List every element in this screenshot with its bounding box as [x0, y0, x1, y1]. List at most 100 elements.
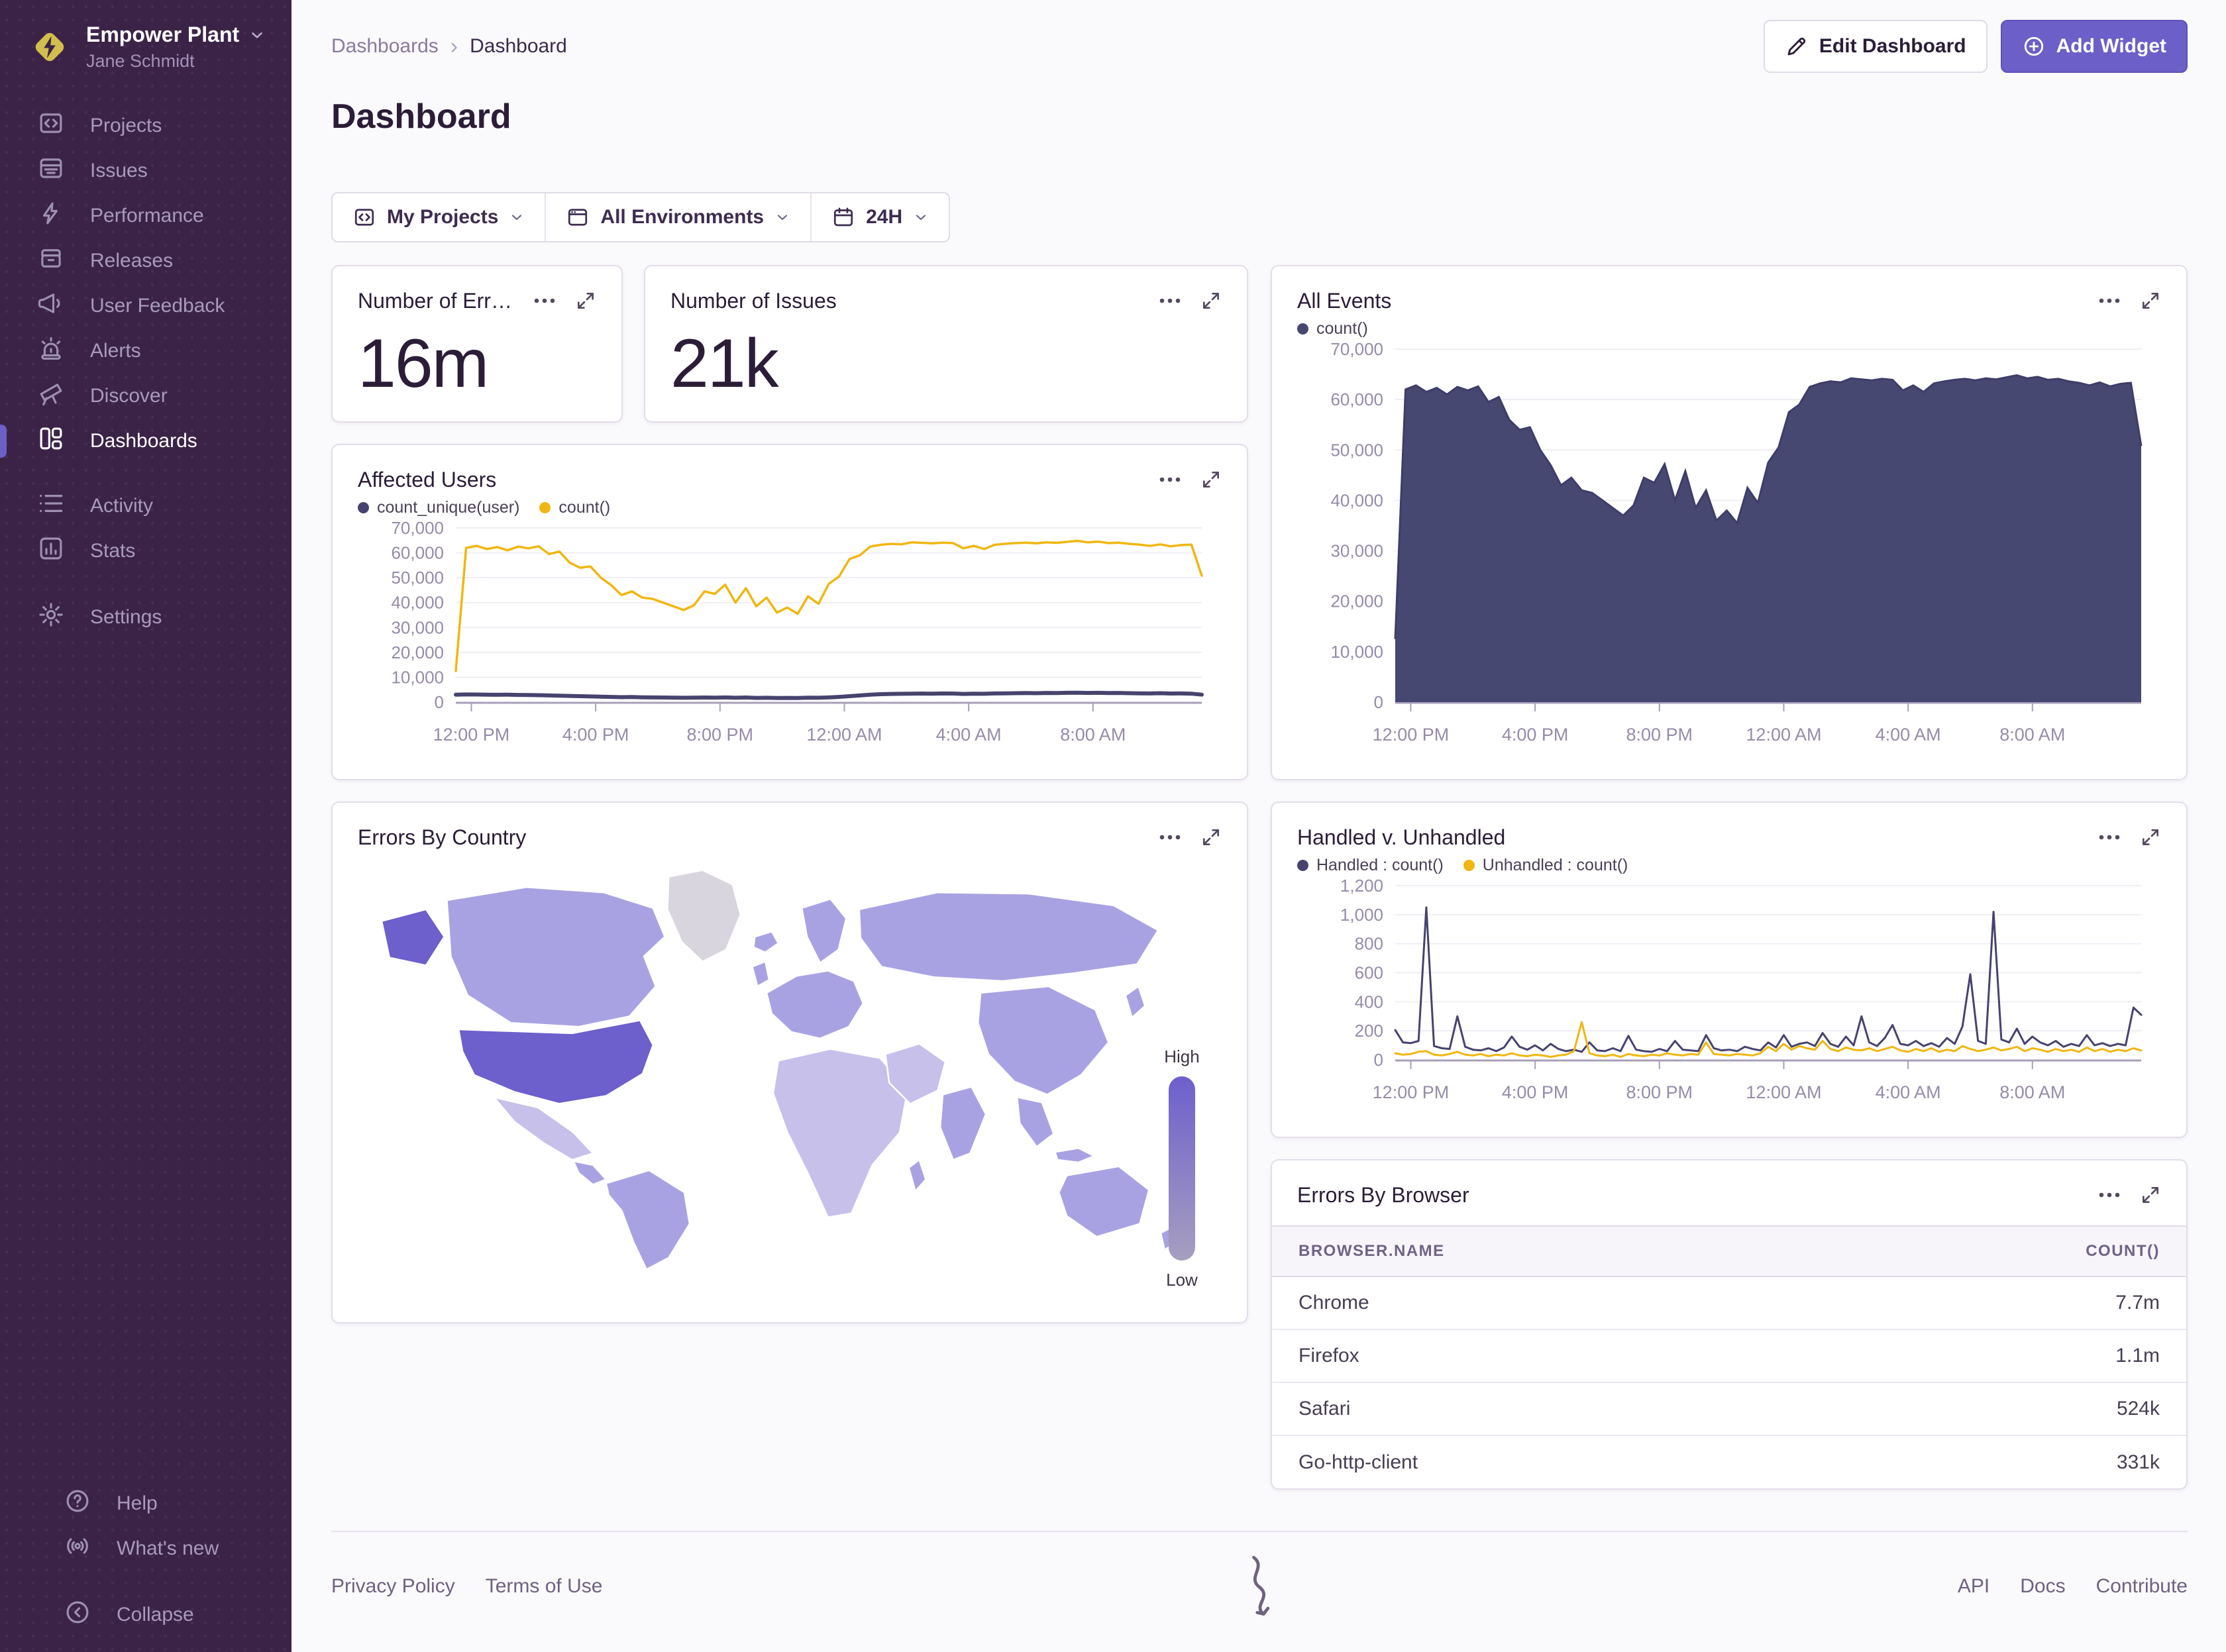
table-row[interactable]: Chrome7.7m: [1272, 1277, 2186, 1330]
legend-dot: [1463, 860, 1475, 871]
footer: Privacy Policy Terms of Use API Docs Con…: [331, 1531, 2188, 1618]
expand-icon[interactable]: [1200, 469, 1222, 490]
table-row[interactable]: Go-http-client 331k: [1272, 1436, 2186, 1489]
sidebar-item-activity[interactable]: Activity: [0, 484, 292, 529]
map-legend-low-label: Low: [1155, 1270, 1208, 1290]
privacy-policy-link[interactable]: Privacy Policy: [331, 1575, 455, 1598]
number-of-errors-card: Number of Err… 16m: [331, 265, 623, 423]
svg-text:4:00 AM: 4:00 AM: [936, 725, 1002, 745]
projects-filter[interactable]: My Projects: [333, 193, 545, 241]
legend-item[interactable]: Unhandled : count(): [1463, 856, 1628, 875]
svg-text:0: 0: [1374, 1050, 1383, 1070]
feedback-icon: [37, 289, 65, 323]
browser-name: Go-http-client: [1298, 1451, 1418, 1474]
contribute-link[interactable]: Contribute: [2096, 1575, 2188, 1598]
expand-icon[interactable]: [2140, 827, 2161, 848]
sidebar-item-performance[interactable]: Performance: [0, 193, 292, 238]
edit-dashboard-button[interactable]: Edit Dashboard: [1764, 20, 1988, 73]
card-title: Errors By Browser: [1297, 1182, 2080, 1208]
chart-legend: count(): [1297, 319, 2161, 338]
projects-icon: [37, 109, 65, 142]
svg-text:8:00 PM: 8:00 PM: [687, 725, 754, 745]
page-title: Dashboard: [331, 97, 2188, 136]
browser-name: Chrome: [1298, 1292, 1369, 1314]
chevron-down-icon: [774, 209, 790, 225]
svg-text:50,000: 50,000: [1330, 440, 1383, 460]
expand-icon[interactable]: [1200, 827, 1222, 848]
sidebar-item-projects[interactable]: Projects: [0, 103, 292, 148]
svg-text:60,000: 60,000: [391, 543, 444, 563]
ellipsis-menu-icon[interactable]: [2097, 829, 2121, 845]
expand-icon[interactable]: [2140, 290, 2161, 311]
svg-text:10,000: 10,000: [1330, 642, 1383, 662]
ellipsis-menu-icon[interactable]: [1158, 293, 1182, 309]
expand-icon[interactable]: [1200, 290, 1222, 311]
browser-count: 331k: [2117, 1451, 2160, 1474]
plus-circle-icon: [2022, 34, 2046, 58]
expand-icon[interactable]: [575, 290, 596, 311]
svg-text:1,000: 1,000: [1340, 905, 1383, 925]
add-widget-button[interactable]: Add Widget: [2001, 20, 2188, 73]
svg-text:200: 200: [1355, 1021, 1383, 1041]
sidebar-item-dashboards[interactable]: Dashboards: [0, 419, 292, 464]
terms-of-use-link[interactable]: Terms of Use: [486, 1575, 603, 1598]
sidebar-item-releases[interactable]: Releases: [0, 238, 292, 284]
sidebar-item-settings[interactable]: Settings: [0, 595, 292, 640]
org-user: Jane Schmidt: [86, 51, 266, 72]
svg-text:0: 0: [1374, 692, 1383, 712]
svg-text:600: 600: [1355, 963, 1383, 983]
environments-filter[interactable]: All Environments: [545, 193, 810, 241]
sidebar-item-issues[interactable]: Issues: [0, 148, 292, 193]
legend-item[interactable]: Handled : count(): [1297, 856, 1444, 875]
help-icon: [64, 1487, 91, 1520]
sidebar-item-user-feedback[interactable]: User Feedback: [0, 284, 292, 329]
number-of-issues-card: Number of Issues 21k: [644, 265, 1248, 423]
collapse-icon: [64, 1598, 91, 1631]
column-browser-name: BROWSER.NAME: [1298, 1242, 1445, 1261]
affected-users-chart: 010,00020,00030,00040,00050,00060,00070,…: [358, 517, 1222, 763]
legend-item[interactable]: count(): [539, 498, 610, 517]
legend-dot: [1297, 860, 1308, 871]
stats-icon: [37, 535, 65, 568]
sidebar-item-collapse[interactable]: Collapse: [26, 1592, 292, 1637]
org-avatar: [29, 25, 70, 70]
ellipsis-menu-icon[interactable]: [1158, 829, 1182, 845]
docs-link[interactable]: Docs: [2020, 1575, 2065, 1598]
svg-text:800: 800: [1355, 934, 1383, 954]
sidebar-item-alerts[interactable]: Alerts: [0, 329, 292, 374]
world-map: [358, 858, 1222, 1292]
sidebar: Empower Plant Jane Schmidt ProjectsIssue…: [0, 0, 292, 1652]
sidebar-item-what-s-new[interactable]: What's new: [26, 1526, 292, 1571]
projects-icon: [352, 205, 376, 229]
legend-dot: [358, 502, 369, 513]
filter-bar: My Projects All Environments 24H: [331, 192, 950, 242]
svg-text:40,000: 40,000: [1330, 490, 1383, 510]
handled-v-unhandled-chart: 02004006008001,0001,20012:00 PM4:00 PM8:…: [1297, 875, 2161, 1121]
errors-by-browser-card: Errors By Browser BROWSER.NAME COUNT() C…: [1271, 1159, 2188, 1490]
alerts-icon: [37, 335, 65, 368]
breadcrumb-dashboards-link[interactable]: Dashboards: [331, 35, 439, 58]
ellipsis-menu-icon[interactable]: [533, 293, 556, 309]
org-switcher[interactable]: Empower Plant Jane Schmidt: [0, 0, 292, 81]
browser-count: 524k: [2117, 1398, 2160, 1420]
ellipsis-menu-icon[interactable]: [2097, 1187, 2121, 1203]
all-events-chart: 010,00020,00030,00040,00050,00060,00070,…: [1297, 338, 2161, 763]
table-row[interactable]: Safari524k: [1272, 1383, 2186, 1436]
expand-icon[interactable]: [2140, 1184, 2161, 1206]
sidebar-item-stats[interactable]: Stats: [0, 529, 292, 574]
ellipsis-menu-icon[interactable]: [2097, 293, 2121, 309]
whatsnew-icon: [64, 1532, 91, 1565]
sidebar-item-help[interactable]: Help: [26, 1481, 292, 1526]
errors-by-country-card: Errors By Country: [331, 801, 1248, 1323]
svg-text:12:00 PM: 12:00 PM: [433, 725, 510, 745]
sidebar-item-discover[interactable]: Discover: [0, 374, 292, 419]
api-link[interactable]: API: [1958, 1575, 1989, 1598]
legend-item[interactable]: count_unique(user): [358, 498, 519, 517]
legend-item[interactable]: count(): [1297, 319, 1368, 338]
ellipsis-menu-icon[interactable]: [1158, 472, 1182, 488]
svg-text:20,000: 20,000: [391, 643, 444, 662]
svg-text:10,000: 10,000: [391, 667, 444, 687]
table-row[interactable]: Firefox1.1m: [1272, 1330, 2186, 1383]
svg-text:8:00 AM: 8:00 AM: [1999, 725, 2065, 745]
time-range-filter[interactable]: 24H: [810, 193, 949, 241]
